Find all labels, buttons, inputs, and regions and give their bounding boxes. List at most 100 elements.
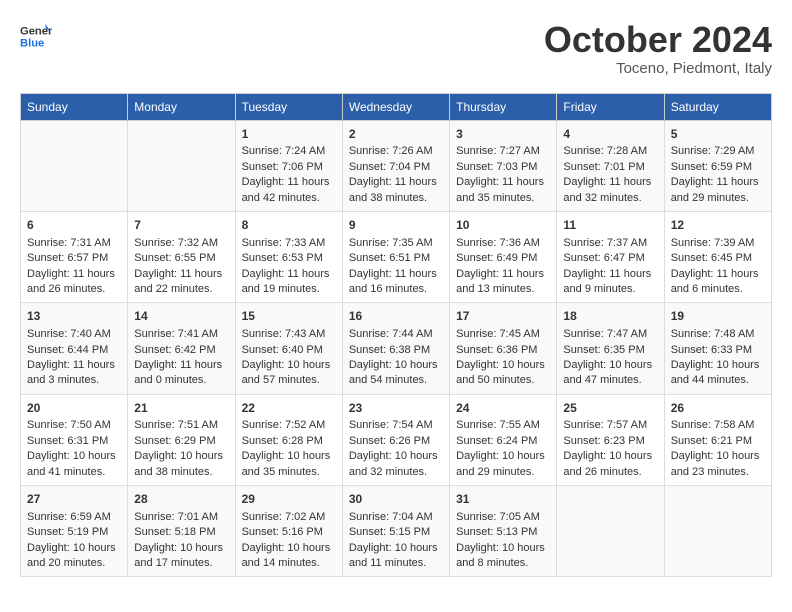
calendar-cell: 2Sunrise: 7:26 AMSunset: 7:04 PMDaylight… [342, 120, 449, 211]
day-info: Sunset: 6:28 PM [242, 434, 336, 449]
day-number: 13 [27, 308, 121, 325]
day-info: Sunrise: 7:40 AM [27, 327, 121, 342]
calendar-cell [21, 120, 128, 211]
day-number: 23 [349, 400, 443, 417]
day-info: Daylight: 10 hours and 32 minutes. [349, 449, 443, 480]
day-number: 25 [563, 400, 657, 417]
day-info: Sunrise: 7:37 AM [563, 236, 657, 251]
day-info: Sunrise: 7:39 AM [671, 236, 765, 251]
day-number: 29 [242, 491, 336, 508]
calendar-cell: 7Sunrise: 7:32 AMSunset: 6:55 PMDaylight… [128, 211, 235, 302]
calendar-cell: 5Sunrise: 7:29 AMSunset: 6:59 PMDaylight… [664, 120, 771, 211]
day-info: Daylight: 11 hours and 35 minutes. [456, 175, 550, 206]
day-number: 2 [349, 126, 443, 143]
day-number: 11 [563, 217, 657, 234]
day-info: Sunset: 6:29 PM [134, 434, 228, 449]
day-info: Sunrise: 7:54 AM [349, 418, 443, 433]
day-info: Daylight: 10 hours and 26 minutes. [563, 449, 657, 480]
day-number: 3 [456, 126, 550, 143]
day-of-week-header: Sunday [21, 93, 128, 120]
day-info: Sunrise: 7:02 AM [242, 510, 336, 525]
calendar-cell [664, 486, 771, 577]
day-info: Sunrise: 7:24 AM [242, 144, 336, 159]
day-number: 21 [134, 400, 228, 417]
day-info: Sunrise: 7:35 AM [349, 236, 443, 251]
day-info: Sunset: 6:53 PM [242, 251, 336, 266]
day-info: Sunset: 6:57 PM [27, 251, 121, 266]
day-info: Sunset: 7:01 PM [563, 160, 657, 175]
day-info: Sunrise: 7:47 AM [563, 327, 657, 342]
calendar-cell: 15Sunrise: 7:43 AMSunset: 6:40 PMDayligh… [235, 303, 342, 394]
calendar-cell: 20Sunrise: 7:50 AMSunset: 6:31 PMDayligh… [21, 394, 128, 485]
calendar-cell: 29Sunrise: 7:02 AMSunset: 5:16 PMDayligh… [235, 486, 342, 577]
day-info: Daylight: 10 hours and 47 minutes. [563, 358, 657, 389]
day-number: 7 [134, 217, 228, 234]
day-info: Sunset: 6:31 PM [27, 434, 121, 449]
day-info: Sunset: 6:59 PM [671, 160, 765, 175]
day-info: Sunset: 6:42 PM [134, 343, 228, 358]
day-info: Sunset: 5:16 PM [242, 525, 336, 540]
day-info: Daylight: 11 hours and 9 minutes. [563, 267, 657, 298]
calendar-cell: 23Sunrise: 7:54 AMSunset: 6:26 PMDayligh… [342, 394, 449, 485]
day-info: Sunrise: 7:33 AM [242, 236, 336, 251]
day-info: Sunset: 5:19 PM [27, 525, 121, 540]
day-info: Sunrise: 7:50 AM [27, 418, 121, 433]
day-info: Daylight: 10 hours and 8 minutes. [456, 541, 550, 572]
day-number: 8 [242, 217, 336, 234]
day-number: 5 [671, 126, 765, 143]
calendar-cell: 13Sunrise: 7:40 AMSunset: 6:44 PMDayligh… [21, 303, 128, 394]
calendar-week-row: 1Sunrise: 7:24 AMSunset: 7:06 PMDaylight… [21, 120, 772, 211]
day-number: 15 [242, 308, 336, 325]
day-number: 12 [671, 217, 765, 234]
day-info: Daylight: 11 hours and 22 minutes. [134, 267, 228, 298]
day-info: Daylight: 11 hours and 29 minutes. [671, 175, 765, 206]
svg-text:Blue: Blue [20, 37, 44, 49]
day-of-week-header: Tuesday [235, 93, 342, 120]
logo-icon: General Blue [20, 20, 52, 52]
day-info: Daylight: 10 hours and 57 minutes. [242, 358, 336, 389]
day-number: 6 [27, 217, 121, 234]
day-info: Sunrise: 7:58 AM [671, 418, 765, 433]
day-info: Daylight: 11 hours and 6 minutes. [671, 267, 765, 298]
day-info: Sunset: 6:55 PM [134, 251, 228, 266]
calendar-cell [557, 486, 664, 577]
logo: General Blue [20, 20, 52, 52]
day-info: Daylight: 10 hours and 23 minutes. [671, 449, 765, 480]
day-info: Sunset: 5:18 PM [134, 525, 228, 540]
day-number: 17 [456, 308, 550, 325]
day-info: Sunset: 5:15 PM [349, 525, 443, 540]
day-info: Sunrise: 7:43 AM [242, 327, 336, 342]
day-number: 14 [134, 308, 228, 325]
calendar-cell: 19Sunrise: 7:48 AMSunset: 6:33 PMDayligh… [664, 303, 771, 394]
month-title: October 2024 [544, 20, 772, 60]
calendar-cell: 26Sunrise: 7:58 AMSunset: 6:21 PMDayligh… [664, 394, 771, 485]
calendar-cell: 11Sunrise: 7:37 AMSunset: 6:47 PMDayligh… [557, 211, 664, 302]
calendar-week-row: 13Sunrise: 7:40 AMSunset: 6:44 PMDayligh… [21, 303, 772, 394]
calendar-cell: 17Sunrise: 7:45 AMSunset: 6:36 PMDayligh… [450, 303, 557, 394]
day-info: Daylight: 11 hours and 3 minutes. [27, 358, 121, 389]
day-of-week-header: Saturday [664, 93, 771, 120]
calendar-body: 1Sunrise: 7:24 AMSunset: 7:06 PMDaylight… [21, 120, 772, 577]
calendar-cell: 9Sunrise: 7:35 AMSunset: 6:51 PMDaylight… [342, 211, 449, 302]
day-info: Sunrise: 7:48 AM [671, 327, 765, 342]
day-info: Sunrise: 7:26 AM [349, 144, 443, 159]
day-number: 26 [671, 400, 765, 417]
calendar-table: SundayMondayTuesdayWednesdayThursdayFrid… [20, 93, 772, 578]
calendar-cell: 6Sunrise: 7:31 AMSunset: 6:57 PMDaylight… [21, 211, 128, 302]
day-info: Daylight: 10 hours and 29 minutes. [456, 449, 550, 480]
calendar-cell: 3Sunrise: 7:27 AMSunset: 7:03 PMDaylight… [450, 120, 557, 211]
day-info: Sunrise: 7:04 AM [349, 510, 443, 525]
day-number: 10 [456, 217, 550, 234]
calendar-cell: 24Sunrise: 7:55 AMSunset: 6:24 PMDayligh… [450, 394, 557, 485]
calendar-week-row: 27Sunrise: 6:59 AMSunset: 5:19 PMDayligh… [21, 486, 772, 577]
day-info: Sunrise: 7:29 AM [671, 144, 765, 159]
day-of-week-header: Wednesday [342, 93, 449, 120]
calendar-header-row: SundayMondayTuesdayWednesdayThursdayFrid… [21, 93, 772, 120]
day-info: Daylight: 10 hours and 44 minutes. [671, 358, 765, 389]
day-number: 1 [242, 126, 336, 143]
calendar-cell: 12Sunrise: 7:39 AMSunset: 6:45 PMDayligh… [664, 211, 771, 302]
day-info: Daylight: 11 hours and 38 minutes. [349, 175, 443, 206]
day-info: Daylight: 10 hours and 38 minutes. [134, 449, 228, 480]
day-info: Sunset: 7:03 PM [456, 160, 550, 175]
calendar-cell: 22Sunrise: 7:52 AMSunset: 6:28 PMDayligh… [235, 394, 342, 485]
